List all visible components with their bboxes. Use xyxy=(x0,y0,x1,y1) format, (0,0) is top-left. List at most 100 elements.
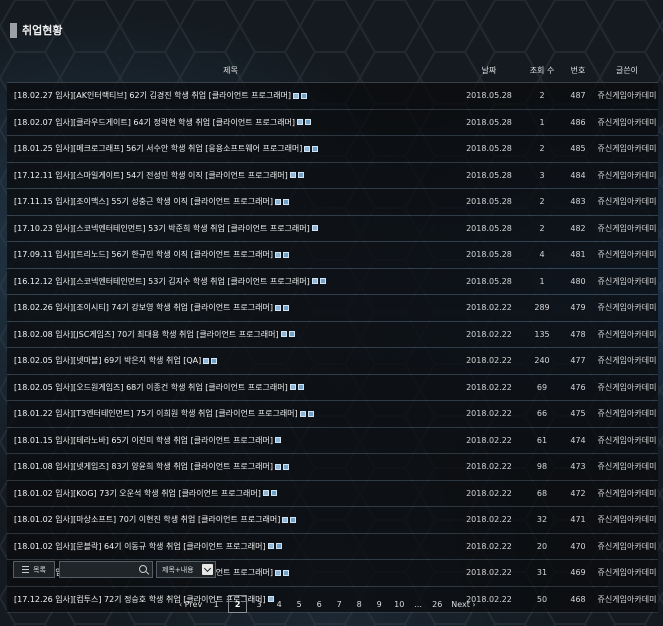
table-row[interactable]: [18.01.08 입사][넷게임즈] 83기 양윤희 학생 취업 [클라이언트… xyxy=(7,453,658,481)
subject-link-text[interactable]: [18.02.05 입사][넷마블] 69기 박은지 학생 취업 [QA] xyxy=(14,356,201,365)
subject-link[interactable]: [16.12.12 입사][스코넥엔터테인먼트] 53기 김지수 학생 취업 [… xyxy=(7,268,454,295)
subject-link[interactable]: [18.02.26 입사][조이시티] 74기 강보영 학생 취업 [클라이언트… xyxy=(7,294,454,322)
author-cell-text[interactable]: 쥬신게임아카데미 xyxy=(598,462,657,471)
page-link-2[interactable]: 2 xyxy=(228,595,248,613)
subject-link[interactable]: [18.01.02 입사][문블락] 64기 이동규 학생 취업 [클라이언트 … xyxy=(7,533,454,560)
author-cell[interactable]: 쥬신게임아카데미 xyxy=(596,135,658,163)
page-link-9[interactable]: 9 xyxy=(369,596,389,612)
table-row[interactable]: [18.01.02 입사][KOG] 73기 오운석 학생 취업 [클라이언트 … xyxy=(7,480,658,507)
table-row[interactable]: [18.02.26 입사][조이시티] 74기 강보영 학생 취업 [클라이언트… xyxy=(7,294,658,322)
author-cell[interactable]: 쥬신게임아카데미 xyxy=(596,268,658,295)
author-cell-text[interactable]: 쥬신게임아카데미 xyxy=(598,250,657,259)
subject-link[interactable]: [18.01.02 입사][KOG] 73기 오운석 학생 취업 [클라이언트 … xyxy=(7,480,454,507)
author-cell[interactable]: 쥬신게임아카데미 xyxy=(596,427,658,454)
subject-link[interactable]: [17.09.11 입사][트리노드] 56기 한규민 학생 이직 [클라이언트… xyxy=(7,241,454,269)
table-row[interactable]: [17.12.11 입사][스마일게이트] 54기 전성민 학생 이직 [클라이… xyxy=(7,162,658,189)
subject-link-text[interactable]: [18.01.08 입사][넷게임즈] 83기 양윤희 학생 취업 [클라이언트… xyxy=(14,462,273,471)
table-row[interactable]: [18.02.05 입사][오드원게임즈] 68기 이종건 학생 취업 [클라이… xyxy=(7,374,658,401)
author-cell[interactable]: 쥬신게임아카데미 xyxy=(596,162,658,189)
subject-link[interactable]: [18.02.07 입사][클라우드게이트] 64기 정락현 학생 취업 [클라… xyxy=(7,109,454,136)
subject-link-text[interactable]: [17.12.11 입사][스마일게이트] 54기 전성민 학생 이직 [클라이… xyxy=(14,171,288,180)
chevron-down-icon[interactable] xyxy=(202,564,213,575)
table-row[interactable]: [16.12.12 입사][스코넥엔터테인먼트] 53기 김지수 학생 취업 [… xyxy=(7,268,658,295)
page-link-1[interactable]: 1 xyxy=(206,596,226,612)
subject-link[interactable]: [18.01.25 입사][메크로그래프] 56기 서수안 학생 취업 [응용소… xyxy=(7,135,454,163)
subject-link-text[interactable]: [17.09.11 입사][트리노드] 56기 한규민 학생 이직 [클라이언트… xyxy=(14,250,273,259)
author-cell-text[interactable]: 쥬신게임아카데미 xyxy=(598,595,657,604)
search-input[interactable] xyxy=(59,561,153,578)
author-cell-text[interactable]: 쥬신게임아카데미 xyxy=(598,568,657,577)
subject-link-text[interactable]: [18.01.22 입사][T3엔터테인먼트] 75기 이희원 학생 취업 [클… xyxy=(14,409,298,418)
subject-link-text[interactable]: [18.02.26 입사][조이시티] 74기 강보영 학생 취업 [클라이언트… xyxy=(14,303,273,312)
subject-link-text[interactable]: [18.01.25 입사][메크로그래프] 56기 서수안 학생 취업 [응용소… xyxy=(14,144,302,153)
author-cell[interactable]: 쥬신게임아카데미 xyxy=(596,506,658,534)
subject-link-text[interactable]: [18.02.27 입사][AK인터랙티브] 62기 김경진 학생 취업 [클라… xyxy=(14,91,291,100)
author-cell[interactable]: 쥬신게임아카데미 xyxy=(596,374,658,401)
subject-link[interactable]: [18.01.08 입사][넷게임즈] 83기 양윤희 학생 취업 [클라이언트… xyxy=(7,453,454,481)
page-link-6[interactable]: 6 xyxy=(309,596,329,612)
search-icon[interactable] xyxy=(139,565,147,573)
author-cell-text[interactable]: 쥬신게임아카데미 xyxy=(598,383,657,392)
subject-link-text[interactable]: [17.11.15 입사][조이맥스] 55기 성충근 학생 이직 [클라이언트… xyxy=(14,197,273,206)
list-button[interactable]: 목록 xyxy=(13,561,55,578)
table-row[interactable]: [18.01.02 입사][문블락] 64기 이동규 학생 취업 [클라이언트 … xyxy=(7,533,658,560)
author-cell[interactable]: 쥬신게임아카데미 xyxy=(596,188,658,216)
author-cell-text[interactable]: 쥬신게임아카데미 xyxy=(598,542,657,551)
subject-link-text[interactable]: [18.01.02 입사][문블락] 64기 이동규 학생 취업 [클라이언트 … xyxy=(14,542,266,551)
next-page-link[interactable]: Next › xyxy=(447,596,479,612)
subject-link[interactable]: [18.02.27 입사][AK인터랙티브] 62기 김경진 학생 취업 [클라… xyxy=(7,82,454,110)
author-cell[interactable]: 쥬신게임아카데미 xyxy=(596,559,658,587)
table-row[interactable]: [18.02.27 입사][AK인터랙티브] 62기 김경진 학생 취업 [클라… xyxy=(7,82,658,110)
subject-link[interactable]: [18.02.05 입사][넷마블] 69기 박은지 학생 취업 [QA] xyxy=(7,347,454,375)
author-cell-text[interactable]: 쥬신게임아카데미 xyxy=(598,197,657,206)
subject-link[interactable]: [17.11.15 입사][조이맥스] 55기 성충근 학생 이직 [클라이언트… xyxy=(7,188,454,216)
author-cell-text[interactable]: 쥬신게임아카데미 xyxy=(598,330,657,339)
author-cell-text[interactable]: 쥬신게임아카데미 xyxy=(598,171,657,180)
author-cell[interactable]: 쥬신게임아카데미 xyxy=(596,480,658,507)
table-row[interactable]: [17.09.11 입사][트리노드] 56기 한규민 학생 이직 [클라이언트… xyxy=(7,241,658,269)
author-cell-text[interactable]: 쥬신게임아카데미 xyxy=(598,436,657,445)
page-link-3[interactable]: 3 xyxy=(249,596,269,612)
subject-link-text[interactable]: [18.02.07 입사][클라우드게이트] 64기 정락현 학생 취업 [클라… xyxy=(14,118,295,127)
subject-link-text[interactable]: [18.01.02 입사][마상소프트] 70기 이현진 학생 취업 [클라이언… xyxy=(14,515,280,524)
author-cell[interactable]: 쥬신게임아카데미 xyxy=(596,241,658,269)
subject-link-text[interactable]: [18.02.08 입사][JSC게임즈] 70기 최대용 학생 취업 [클라이… xyxy=(14,330,279,339)
author-cell-text[interactable]: 쥬신게임아카데미 xyxy=(598,515,657,524)
prev-page-link[interactable]: ‹ Prev xyxy=(175,596,206,612)
author-cell[interactable]: 쥬신게임아카데미 xyxy=(596,533,658,560)
author-cell[interactable]: 쥬신게임아카데미 xyxy=(596,82,658,110)
author-cell[interactable]: 쥬신게임아카데미 xyxy=(596,400,658,428)
author-cell[interactable]: 쥬신게임아카데미 xyxy=(596,215,658,242)
table-row[interactable]: [18.01.25 입사][메크로그래프] 56기 서수안 학생 취업 [응용소… xyxy=(7,135,658,163)
search-scope-select[interactable]: 제목+내용 xyxy=(156,561,216,578)
author-cell-text[interactable]: 쥬신게임아카데미 xyxy=(598,144,657,153)
page-link-8[interactable]: 8 xyxy=(349,596,369,612)
subject-link[interactable]: [18.01.15 입사][테라노바] 65기 이진미 학생 취업 [클라이언트… xyxy=(7,427,454,454)
author-cell[interactable]: 쥬신게임아카데미 xyxy=(596,453,658,481)
subject-link[interactable]: [18.01.02 입사][마상소프트] 70기 이현진 학생 취업 [클라이언… xyxy=(7,506,454,534)
table-row[interactable]: [18.02.08 입사][JSC게임즈] 70기 최대용 학생 취업 [클라이… xyxy=(7,321,658,348)
author-cell[interactable]: 쥬신게임아카데미 xyxy=(596,586,658,613)
author-cell-text[interactable]: 쥬신게임아카데미 xyxy=(598,303,657,312)
table-row[interactable]: [17.11.15 입사][조이맥스] 55기 성충근 학생 이직 [클라이언트… xyxy=(7,188,658,216)
table-row[interactable]: [18.02.07 입사][클라우드게이트] 64기 정락현 학생 취업 [클라… xyxy=(7,109,658,136)
subject-link-text[interactable]: [18.02.05 입사][오드원게임즈] 68기 이종건 학생 취업 [클라이… xyxy=(14,383,288,392)
table-row[interactable]: [18.01.02 입사][마상소프트] 70기 이현진 학생 취업 [클라이언… xyxy=(7,506,658,534)
subject-link-text[interactable]: [17.10.23 입사][스코넥엔터테인먼트] 53기 박준희 학생 취업 [… xyxy=(14,224,310,233)
author-cell-text[interactable]: 쥬신게임아카데미 xyxy=(598,277,657,286)
author-cell[interactable]: 쥬신게임아카데미 xyxy=(596,294,658,322)
last-page-link[interactable]: 26 xyxy=(427,596,447,612)
subject-link[interactable]: [17.12.11 입사][스마일게이트] 54기 전성민 학생 이직 [클라이… xyxy=(7,162,454,189)
page-link-5[interactable]: 5 xyxy=(289,596,309,612)
author-cell-text[interactable]: 쥬신게임아카데미 xyxy=(598,489,657,498)
table-row[interactable]: [18.01.22 입사][T3엔터테인먼트] 75기 이희원 학생 취업 [클… xyxy=(7,400,658,428)
subject-link[interactable]: [17.10.23 입사][스코넥엔터테인먼트] 53기 박준희 학생 취업 [… xyxy=(7,215,454,242)
subject-link[interactable]: [18.01.22 입사][T3엔터테인먼트] 75기 이희원 학생 취업 [클… xyxy=(7,400,454,428)
table-row[interactable]: [17.10.23 입사][스코넥엔터테인먼트] 53기 박준희 학생 취업 [… xyxy=(7,215,658,242)
author-cell-text[interactable]: 쥬신게임아카데미 xyxy=(598,356,657,365)
table-row[interactable]: [18.01.15 입사][테라노바] 65기 이진미 학생 취업 [클라이언트… xyxy=(7,427,658,454)
subject-link-text[interactable]: [16.12.12 입사][스코넥엔터테인먼트] 53기 김지수 학생 취업 [… xyxy=(14,277,310,286)
author-cell-text[interactable]: 쥬신게임아카데미 xyxy=(598,91,657,100)
author-cell[interactable]: 쥬신게임아카데미 xyxy=(596,321,658,348)
page-link-7[interactable]: 7 xyxy=(329,596,349,612)
